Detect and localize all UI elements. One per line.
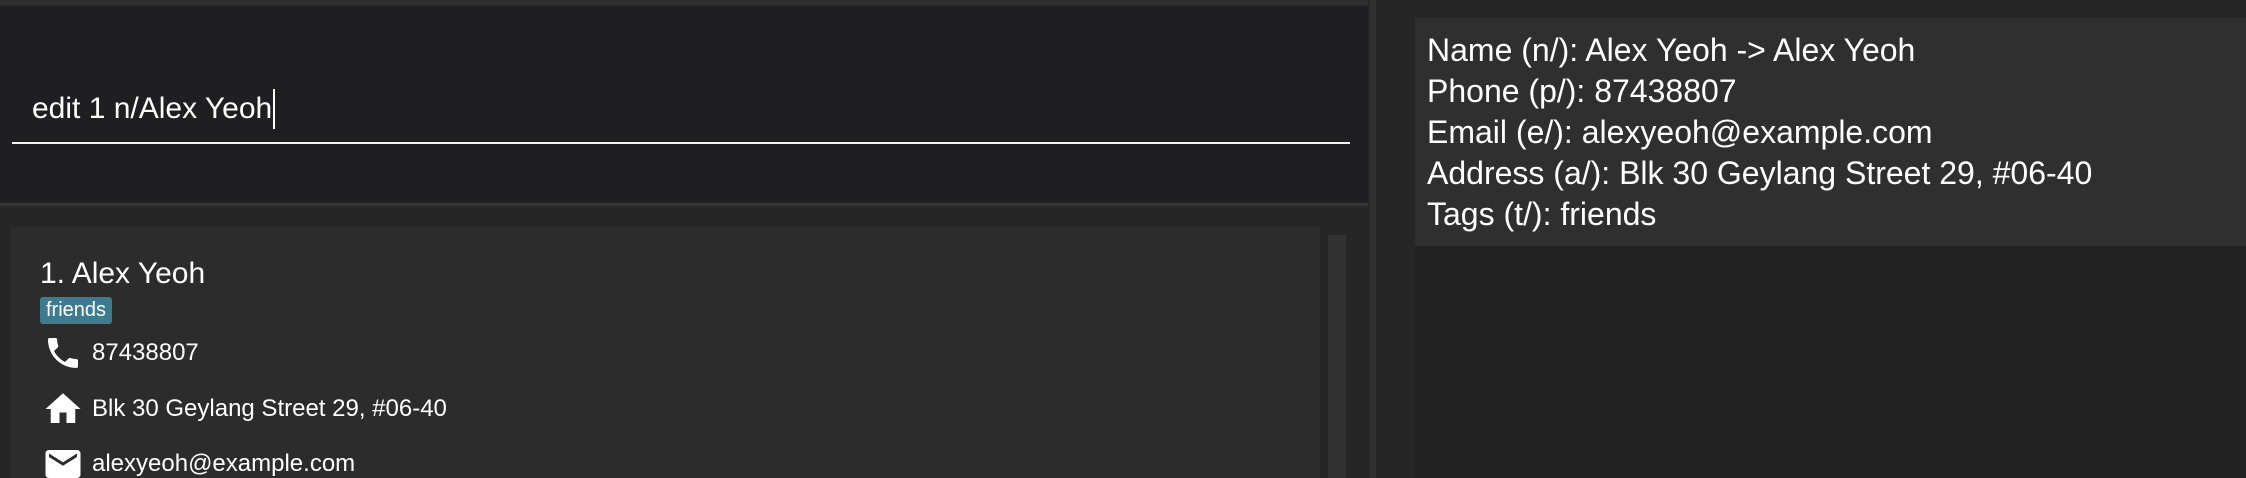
phone-text: 87438807 xyxy=(92,339,199,366)
tag-badge: friends xyxy=(40,297,113,324)
command-input[interactable]: edit 1 n/Alex Yeoh xyxy=(12,76,1350,144)
command-box-area: edit 1 n/Alex Yeoh xyxy=(0,6,1368,202)
email-text: alexyeoh@example.com xyxy=(92,450,356,477)
split-divider[interactable] xyxy=(1370,0,1388,478)
command-input-text: edit 1 n/Alex Yeoh xyxy=(32,92,273,125)
right-pane: Name (n/): Alex Yeoh -> Alex Yeoh Phone … xyxy=(1388,0,2246,478)
person-card[interactable]: 1. Alex Yeoh friends 87438807 Blk 30 Gey… xyxy=(10,227,1320,478)
result-line-phone: Phone (p/): 87438807 xyxy=(1427,73,1737,109)
result-line-email: Email (e/): alexyeoh@example.com xyxy=(1427,114,1933,150)
result-line-name: Name (n/): Alex Yeoh -> Alex Yeoh xyxy=(1427,32,1916,68)
split-divider-line xyxy=(1370,0,1376,478)
result-display: Name (n/): Alex Yeoh -> Alex Yeoh Phone … xyxy=(1415,18,2246,246)
phone-row: 87438807 xyxy=(40,333,199,373)
result-line-tags: Tags (t/): friends xyxy=(1427,196,1657,232)
address-text: Blk 30 Geylang Street 29, #06-40 xyxy=(92,395,447,422)
top-strip xyxy=(0,0,1368,5)
person-list-panel: 1. Alex Yeoh friends 87438807 Blk 30 Gey… xyxy=(0,207,1368,478)
list-scrollbar[interactable] xyxy=(1328,235,1346,478)
app-window: edit 1 n/Alex Yeoh 1. Alex Yeoh friends … xyxy=(0,0,2246,478)
result-line-address: Address (a/): Blk 30 Geylang Street 29, … xyxy=(1427,155,2093,191)
home-icon xyxy=(40,389,86,429)
person-name: 1. Alex Yeoh xyxy=(40,257,206,290)
address-row: Blk 30 Geylang Street 29, #06-40 xyxy=(40,389,447,429)
mail-icon xyxy=(40,444,86,478)
email-row: alexyeoh@example.com xyxy=(40,444,355,478)
right-lower-panel xyxy=(1415,246,2246,478)
text-caret xyxy=(273,89,276,129)
left-pane: edit 1 n/Alex Yeoh 1. Alex Yeoh friends … xyxy=(0,0,1368,478)
pane-divider xyxy=(0,203,1368,206)
phone-icon xyxy=(40,333,86,373)
